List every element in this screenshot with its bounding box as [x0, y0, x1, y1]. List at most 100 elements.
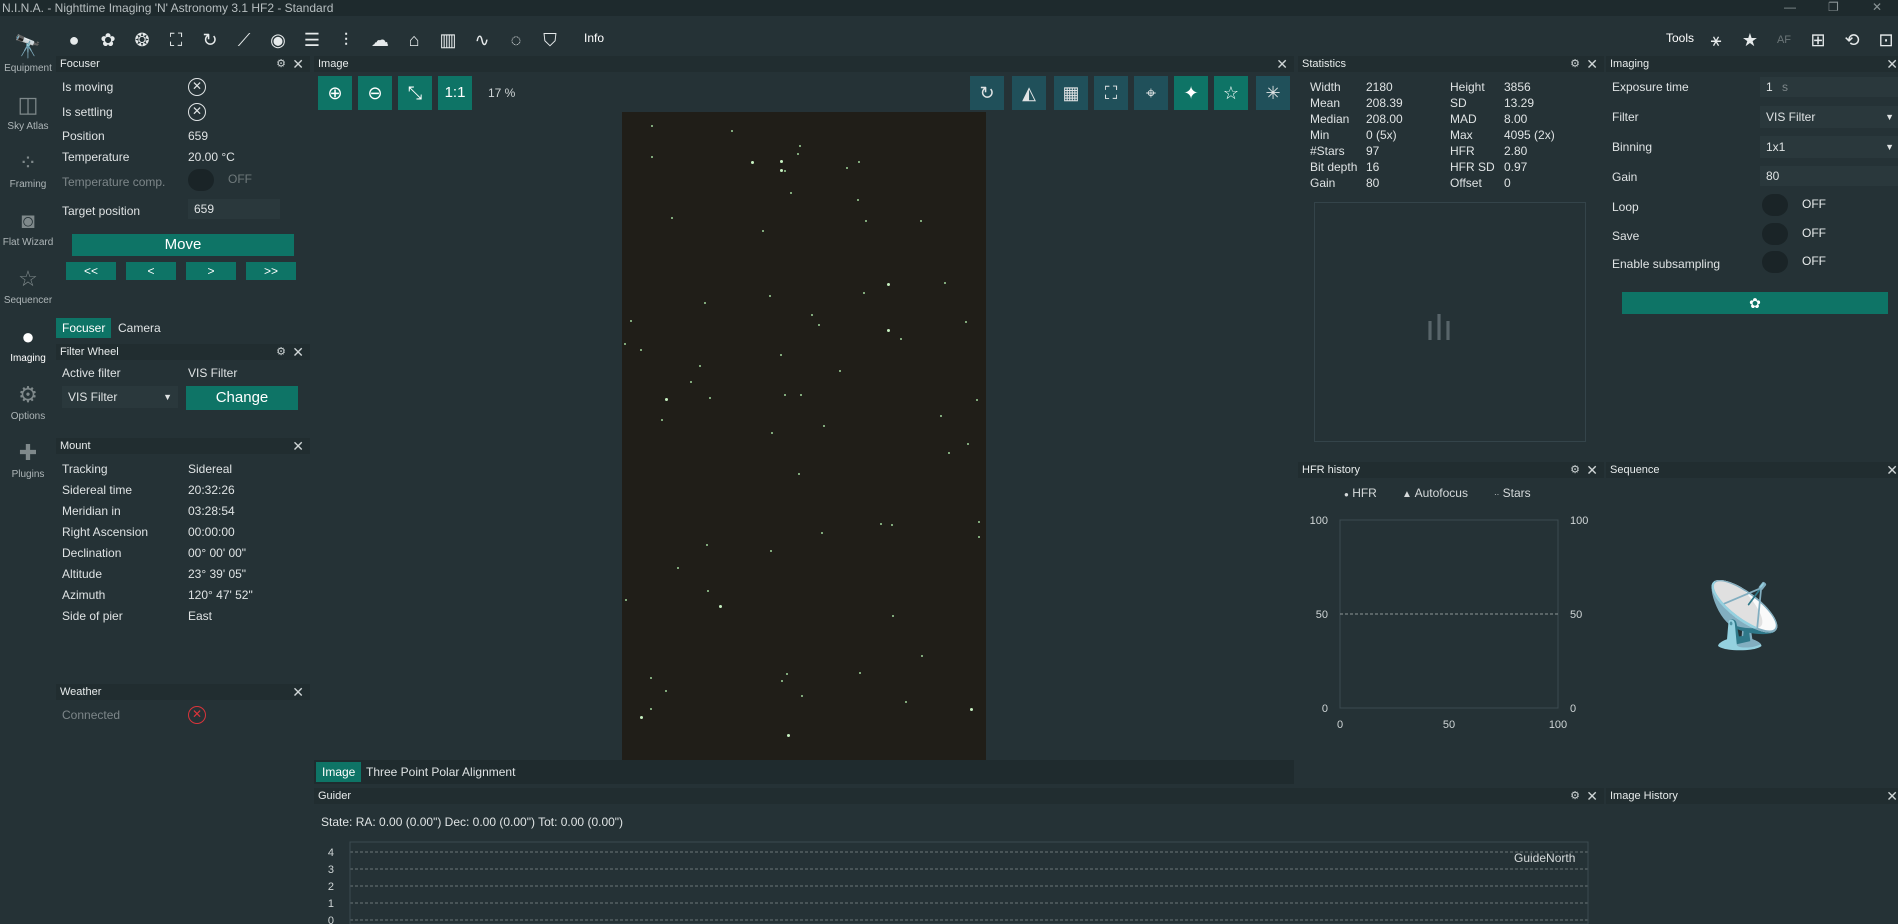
move-far-right-button[interactable]: >> — [246, 262, 296, 280]
move-left-button[interactable]: < — [126, 262, 176, 280]
panel-title: Image — [318, 58, 349, 70]
switch-icon[interactable]: ☰ — [300, 28, 324, 52]
flat-panel-icon[interactable]: ◌ — [504, 28, 528, 52]
zoom-out-button[interactable]: ⊖ — [358, 76, 392, 110]
nav-sky-atlas[interactable]: ◫ Sky Atlas — [0, 90, 56, 132]
close-icon[interactable]: ✕ — [292, 344, 304, 360]
field-label: Temperature comp. — [62, 175, 166, 189]
safety-icon[interactable]: ⛉ — [538, 28, 562, 52]
close-icon[interactable]: ✕ — [292, 684, 304, 700]
settings-icon[interactable]: ⚙ — [1570, 462, 1580, 478]
dome-icon[interactable]: ⌂ — [402, 28, 426, 52]
binning-dropdown[interactable]: 1x1 ▼ — [1760, 136, 1898, 158]
filter-icon[interactable]: ❂ — [130, 28, 154, 52]
frame-tool-icon[interactable]: ⊞ — [1806, 28, 1830, 52]
tab-focuser[interactable]: Focuser — [56, 318, 112, 338]
zoom-percent: 17 % — [488, 86, 516, 100]
polar-tool-icon[interactable]: ⚹ — [1704, 28, 1728, 52]
bahtinov-button[interactable]: ✳ — [1256, 76, 1290, 110]
settings-icon[interactable]: ⚙ — [276, 344, 286, 360]
history-icon[interactable]: ⟲ — [1840, 28, 1864, 52]
autofocus-tool-icon[interactable]: AF — [1772, 28, 1796, 52]
nav-sequencer[interactable]: ☆ Sequencer — [0, 264, 56, 306]
star-point — [707, 590, 709, 592]
settings-icon[interactable]: ⚙ — [1570, 56, 1580, 72]
capture-button[interactable]: ✿ — [1622, 292, 1888, 314]
zoom-in-button[interactable]: ⊕ — [318, 76, 352, 110]
settings-icon[interactable]: ⚙ — [276, 56, 286, 72]
move-far-left-button[interactable]: << — [66, 262, 116, 280]
stat-label: MAD — [1450, 112, 1477, 126]
close-icon[interactable]: ✕ — [1586, 788, 1598, 804]
detect-stars-button[interactable]: ☆ — [1214, 76, 1248, 110]
target-position-input[interactable]: 659 — [188, 199, 280, 219]
captured-image[interactable] — [622, 112, 986, 760]
close-icon[interactable]: ✕ — [1586, 56, 1598, 72]
minimize-button[interactable]: — — [1784, 0, 1796, 14]
nav-equipment[interactable]: 🔭 Equipment — [0, 32, 56, 74]
rotate-button[interactable]: ↻ — [970, 76, 1004, 110]
subsampling-toggle[interactable]: OFF — [1762, 251, 1838, 273]
change-filter-button[interactable]: Change — [186, 386, 298, 410]
star-point — [784, 170, 786, 172]
nav-flat-wizard[interactable]: ◙ Flat Wizard — [0, 206, 56, 248]
stat-value: 0 — [1504, 176, 1511, 190]
zoom-1-1-button[interactable]: 1:1 — [438, 76, 472, 110]
star-tool-icon[interactable]: ★ — [1738, 28, 1762, 52]
filter-dropdown[interactable]: VIS Filter ▼ — [1760, 106, 1898, 128]
crosshair-button[interactable]: ⌖ — [1134, 76, 1168, 110]
layout-icon[interactable]: ⊡ — [1874, 28, 1898, 52]
save-toggle[interactable]: OFF — [1762, 223, 1838, 245]
graph-icon[interactable]: ∿ — [470, 28, 494, 52]
info-label[interactable]: Info — [584, 31, 604, 45]
close-icon[interactable]: ✕ — [292, 438, 304, 454]
loop-toggle[interactable]: OFF — [1762, 194, 1838, 216]
filter-wheel-icon[interactable]: ✿ — [96, 28, 120, 52]
tab-camera[interactable]: Camera — [112, 318, 167, 338]
move-right-button[interactable]: > — [186, 262, 236, 280]
tab-image[interactable]: Image — [316, 762, 362, 782]
rotator-icon[interactable]: ↻ — [198, 28, 222, 52]
gain-input[interactable]: 80 — [1760, 166, 1898, 186]
stat-label: Gain — [1310, 176, 1336, 190]
close-icon[interactable]: ✕ — [1586, 462, 1598, 478]
auto-stretch-button[interactable]: ✦ — [1174, 76, 1208, 110]
weather-icon[interactable]: ☁ — [368, 28, 392, 52]
temp-comp-toggle[interactable]: OFF — [188, 169, 264, 191]
stat-value: 13.29 — [1504, 96, 1535, 110]
sliders-icon[interactable]: ⫶ — [334, 28, 358, 52]
filter-select[interactable]: VIS Filter ▼ — [62, 386, 178, 408]
nav-imaging[interactable]: ● Imaging — [0, 322, 56, 364]
star-point — [865, 220, 867, 222]
close-icon[interactable]: ✕ — [1886, 462, 1898, 478]
close-button[interactable]: ✕ — [1872, 0, 1882, 14]
exposure-input[interactable]: 1 s — [1760, 77, 1898, 97]
nav-plugins[interactable]: ✚ Plugins — [0, 438, 56, 480]
toggle-label: OFF — [1802, 226, 1826, 240]
tab-polar-alignment[interactable]: Three Point Polar Alignment — [360, 762, 521, 782]
close-icon[interactable]: ✕ — [1886, 788, 1898, 804]
crop-button[interactable]: ⛶ — [1094, 76, 1128, 110]
camera-icon[interactable]: ● — [62, 28, 86, 52]
status-x-icon: ✕ — [188, 78, 206, 96]
fit-button[interactable]: ⤡ — [398, 76, 432, 110]
focuser-icon[interactable]: ⛶ — [164, 28, 188, 52]
move-button[interactable]: Move — [72, 234, 294, 256]
stat-label: HFR SD — [1450, 160, 1495, 174]
telescope-icon[interactable]: ⟋ — [232, 28, 256, 52]
flip-button[interactable]: ◭ — [1012, 76, 1046, 110]
close-icon[interactable]: ✕ — [1886, 56, 1898, 72]
nav-options[interactable]: ⚙ Options — [0, 380, 56, 422]
chart-icon[interactable]: ▥ — [436, 28, 460, 52]
grid-button[interactable]: ▦ — [1054, 76, 1088, 110]
gear-icon: ⚙ — [18, 382, 38, 407]
maximize-button[interactable]: ❐ — [1828, 0, 1839, 14]
nav-framing[interactable]: ⁘ Framing — [0, 148, 56, 190]
field-value: 23° 39' 05" — [188, 567, 247, 581]
star-point — [770, 550, 772, 552]
close-icon[interactable]: ✕ — [1276, 56, 1288, 72]
star-point — [790, 192, 792, 194]
guider-icon[interactable]: ◉ — [266, 28, 290, 52]
close-icon[interactable]: ✕ — [292, 56, 304, 72]
settings-icon[interactable]: ⚙ — [1570, 788, 1580, 804]
